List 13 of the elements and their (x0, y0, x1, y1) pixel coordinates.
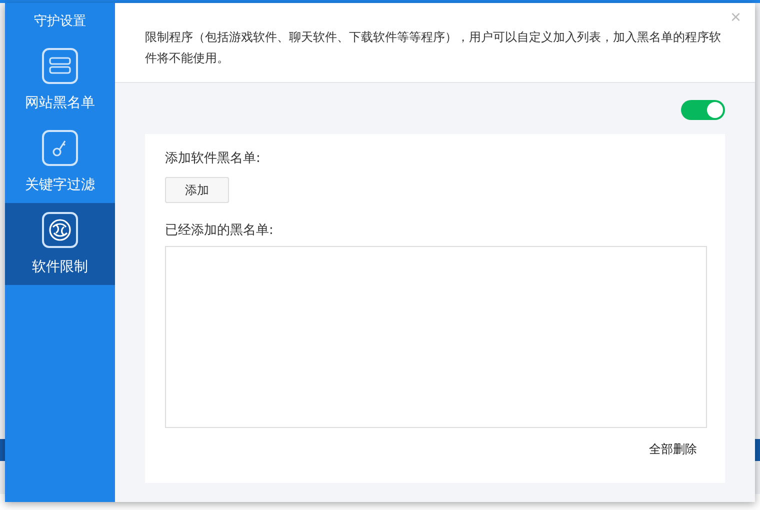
list-label: 已经添加的黑名单: (165, 222, 274, 240)
add-button[interactable]: 添加 (165, 177, 229, 203)
dialog-title: 守护设置 (33, 13, 87, 31)
toggle-switch[interactable] (681, 100, 725, 120)
key-icon (42, 130, 78, 166)
swirl-icon (42, 212, 78, 248)
add-label: 添加软件黑名单: (165, 150, 262, 168)
description-text: 限制程序（包括游戏软件、聊天软件、下载软件等等程序），用户可以自定义加入列表，加入黑名单的程序软件将不能使用。 (145, 29, 722, 67)
list-icon (42, 48, 78, 84)
sidebar-item[interactable]: 软件限制 (5, 203, 115, 285)
sidebar-item[interactable]: 关键字过滤 (5, 121, 115, 203)
delete-all-button[interactable]: 全部删除 (649, 441, 707, 458)
sidebar-item[interactable]: 网站黑名单 (5, 39, 115, 121)
